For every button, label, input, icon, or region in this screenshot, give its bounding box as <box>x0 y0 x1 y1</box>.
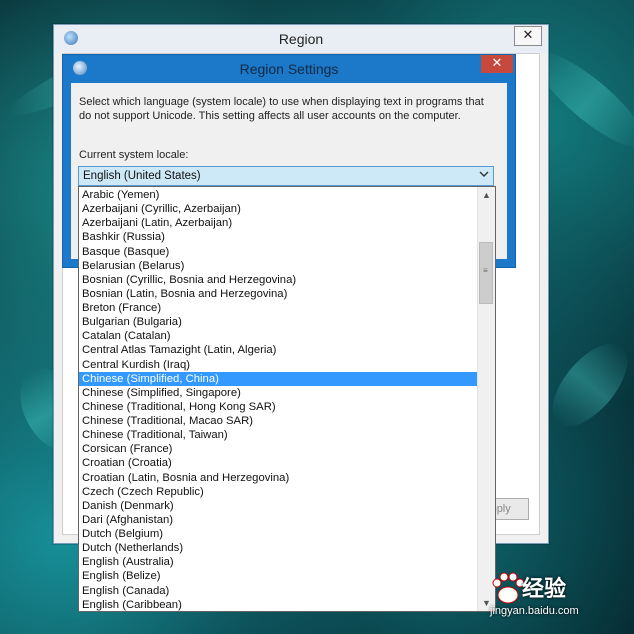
list-item[interactable]: Chinese (Traditional, Macao SAR) <box>79 414 479 428</box>
list-item[interactable]: Bosnian (Cyrillic, Bosnia and Herzegovin… <box>79 273 479 287</box>
settings-close-button[interactable]: ✕ <box>481 55 513 73</box>
list-item[interactable]: Bulgarian (Bulgaria) <box>79 315 479 329</box>
settings-titlebar[interactable]: Region Settings ✕ <box>63 55 515 81</box>
description-text: Select which language (system locale) to… <box>79 96 484 122</box>
list-item[interactable]: Dutch (Belgium) <box>79 527 479 541</box>
scrollbar-thumb[interactable]: ≡ <box>479 242 493 304</box>
list-item[interactable]: English (Australia) <box>79 555 479 569</box>
grip-icon: ≡ <box>483 266 488 275</box>
list-item[interactable]: English (Canada) <box>79 584 479 598</box>
list-item[interactable]: English (Belize) <box>79 569 479 583</box>
list-scrollbar[interactable]: ▲ ≡ ▼ <box>477 187 495 611</box>
chevron-down-icon[interactable] <box>479 169 489 182</box>
list-item[interactable]: Azerbaijani (Cyrillic, Azerbaijan) <box>79 202 479 216</box>
list-item[interactable]: Chinese (Simplified, Singapore) <box>79 386 479 400</box>
list-item[interactable]: Arabic (Yemen) <box>79 188 479 202</box>
list-item[interactable]: Central Atlas Tamazight (Latin, Algeria) <box>79 343 479 357</box>
scroll-up-arrow-icon[interactable]: ▲ <box>478 187 495 203</box>
list-item[interactable]: Dutch (Netherlands) <box>79 541 479 555</box>
list-item[interactable]: Breton (France) <box>79 301 479 315</box>
watermark-url: jingyan.baidu.com <box>490 605 579 617</box>
system-locale-combobox[interactable]: English (United States) <box>78 166 494 186</box>
list-item[interactable]: Basque (Basque) <box>79 245 479 259</box>
settings-title: Region Settings <box>239 61 339 77</box>
list-item[interactable]: Catalan (Catalan) <box>79 329 479 343</box>
list-item[interactable]: English (Caribbean) <box>79 598 479 611</box>
watermark-brand: 经验 <box>522 577 567 602</box>
current-locale-value: English (United States) <box>83 170 201 182</box>
list-item[interactable]: Chinese (Traditional, Taiwan) <box>79 428 479 442</box>
wallpaper-streak <box>538 330 634 440</box>
list-item[interactable]: Czech (Czech Republic) <box>79 485 479 499</box>
region-titlebar[interactable]: Region ✕ <box>54 25 548 53</box>
list-item[interactable]: Chinese (Simplified, China) <box>79 371 479 386</box>
list-item[interactable]: Croatian (Croatia) <box>79 456 479 470</box>
list-item[interactable]: Dari (Afghanistan) <box>79 513 479 527</box>
list-item[interactable]: Corsican (France) <box>79 442 479 456</box>
list-item[interactable]: Bosnian (Latin, Bosnia and Herzegovina) <box>79 287 479 301</box>
list-item[interactable]: Belarusian (Belarus) <box>79 259 479 273</box>
list-item[interactable]: Azerbaijani (Latin, Azerbaijan) <box>79 216 479 230</box>
list-item[interactable]: Bashkir (Russia) <box>79 230 479 244</box>
list-item[interactable]: Central Kurdish (Iraq) <box>79 358 479 372</box>
list-item[interactable]: Chinese (Traditional, Hong Kong SAR) <box>79 400 479 414</box>
baidu-watermark: 经验 jingyan.baidu.com <box>480 565 630 625</box>
region-title: Region <box>278 31 324 47</box>
list-item[interactable]: Croatian (Latin, Bosnia and Herzegovina) <box>79 471 479 485</box>
locale-dropdown-list[interactable]: Arabic (Yemen) Azerbaijani (Cyrillic, Aze… <box>78 186 496 612</box>
list-item[interactable]: Danish (Denmark) <box>79 499 479 513</box>
current-locale-label: Current system locale: <box>79 149 189 161</box>
region-close-button[interactable]: ✕ <box>514 26 542 46</box>
locale-items: Arabic (Yemen) Azerbaijani (Cyrillic, Aze… <box>79 188 479 611</box>
